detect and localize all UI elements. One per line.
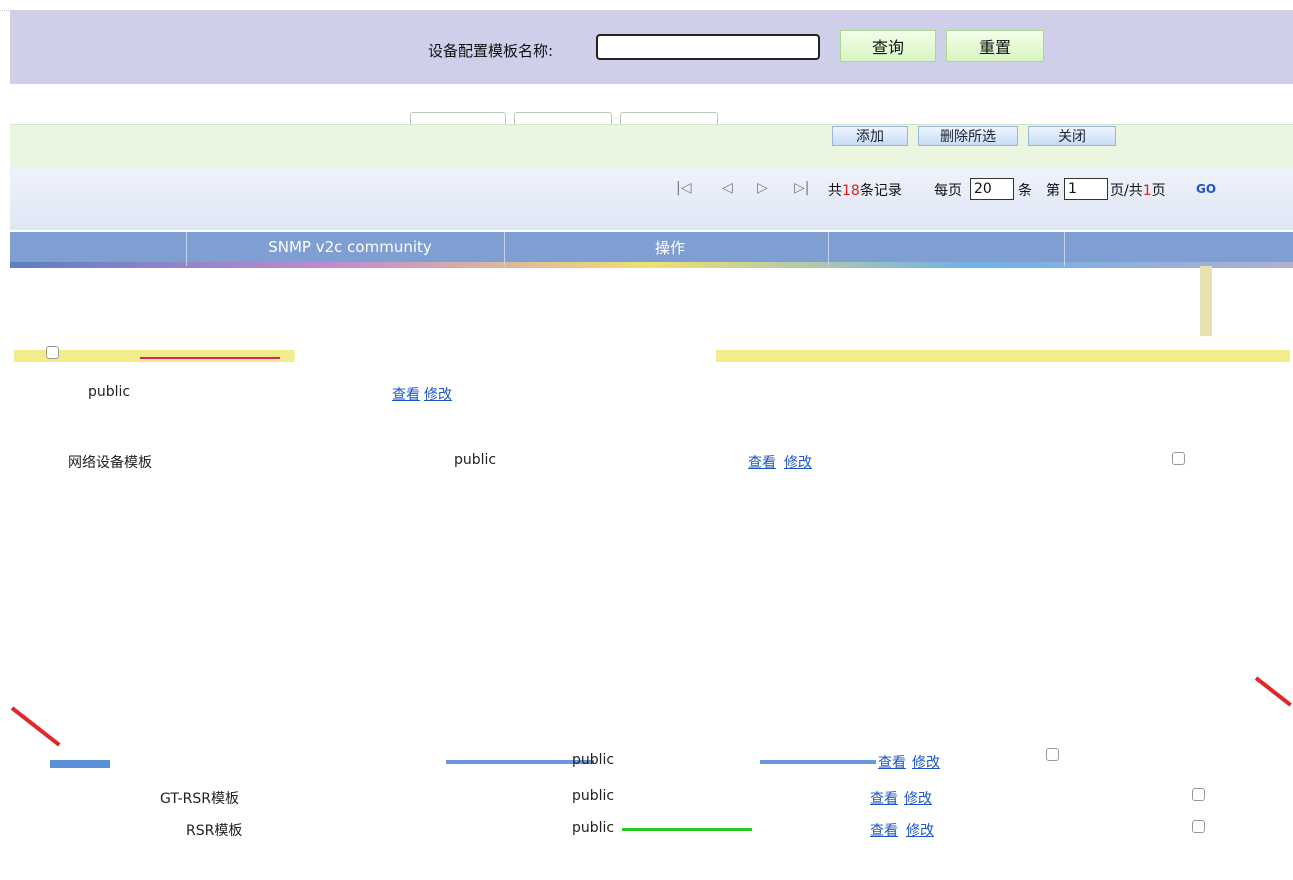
row-glitch-band [14, 350, 1290, 362]
template-name-label: 设备配置模板名称: [428, 42, 554, 60]
row-checkbox[interactable] [1192, 788, 1205, 801]
page-number-input[interactable]: 1 [1064, 178, 1108, 200]
query-button[interactable]: 查询 [840, 30, 936, 62]
header-glitch-stripe [10, 262, 1293, 268]
delete-selected-button[interactable]: 删除所选 [918, 126, 1018, 146]
next-page-icon[interactable]: ▷ [757, 180, 768, 196]
render-artifact [760, 760, 876, 764]
row-community: public [88, 384, 131, 400]
first-page-icon[interactable]: |◁ [676, 180, 691, 196]
row-checkbox[interactable] [46, 346, 59, 359]
row-view-link[interactable]: 查看 [878, 752, 906, 772]
row-edit-link[interactable]: 修改 [912, 752, 940, 772]
row-view-link[interactable]: 查看 [870, 820, 898, 840]
per-page-input[interactable]: 20 [970, 178, 1014, 200]
row-checkbox[interactable] [1172, 452, 1185, 465]
row-community: public [572, 788, 615, 804]
row-edit-link[interactable]: 修改 [424, 384, 452, 404]
row-band [14, 758, 1290, 768]
column-separator [1064, 232, 1065, 266]
template-name-input[interactable] [596, 34, 820, 60]
record-count: 共18条记录 [828, 183, 902, 199]
page-label: 第 [1046, 183, 1060, 199]
reset-button[interactable]: 重置 [946, 30, 1044, 62]
row-edit-link[interactable]: 修改 [904, 788, 932, 808]
prev-page-icon[interactable]: ◁ [722, 180, 733, 196]
row-checkbox[interactable] [1046, 748, 1059, 761]
row-template-name: RSR模板 [186, 823, 243, 839]
column-separator [186, 232, 187, 266]
annotation-arrow [10, 706, 61, 747]
column-separator [504, 232, 505, 266]
per-page-label: 每页 [934, 183, 962, 199]
row-template-name: 网络设备模板 [68, 455, 152, 471]
last-page-icon[interactable]: ▷| [794, 180, 809, 196]
row-community: public [572, 752, 615, 768]
annotation-arrow [1254, 676, 1292, 707]
render-artifact [140, 357, 280, 359]
page-total: 页/共1页 [1110, 183, 1166, 199]
row-checkbox[interactable] [1192, 820, 1205, 833]
row-community: public [454, 452, 497, 468]
column-header-actions: 操作 [654, 238, 685, 257]
render-artifact [1200, 266, 1212, 336]
row-edit-link[interactable]: 修改 [906, 820, 934, 840]
render-artifact [622, 828, 752, 831]
row-view-link[interactable]: 查看 [748, 452, 776, 472]
row-edit-link[interactable]: 修改 [784, 452, 812, 472]
column-separator [828, 232, 829, 266]
render-artifact [50, 760, 110, 768]
row-view-link[interactable]: 查看 [870, 788, 898, 808]
add-button[interactable]: 添加 [832, 126, 908, 146]
close-button[interactable]: 关闭 [1028, 126, 1116, 146]
row-community: public [572, 820, 615, 836]
per-page-unit: 条 [1018, 183, 1032, 199]
column-header-community: SNMP v2c community [268, 238, 432, 256]
row-view-link[interactable]: 查看 [392, 384, 420, 404]
row-template-name: GT-RSR模板 [160, 791, 240, 807]
go-button[interactable]: GO [1196, 182, 1216, 196]
